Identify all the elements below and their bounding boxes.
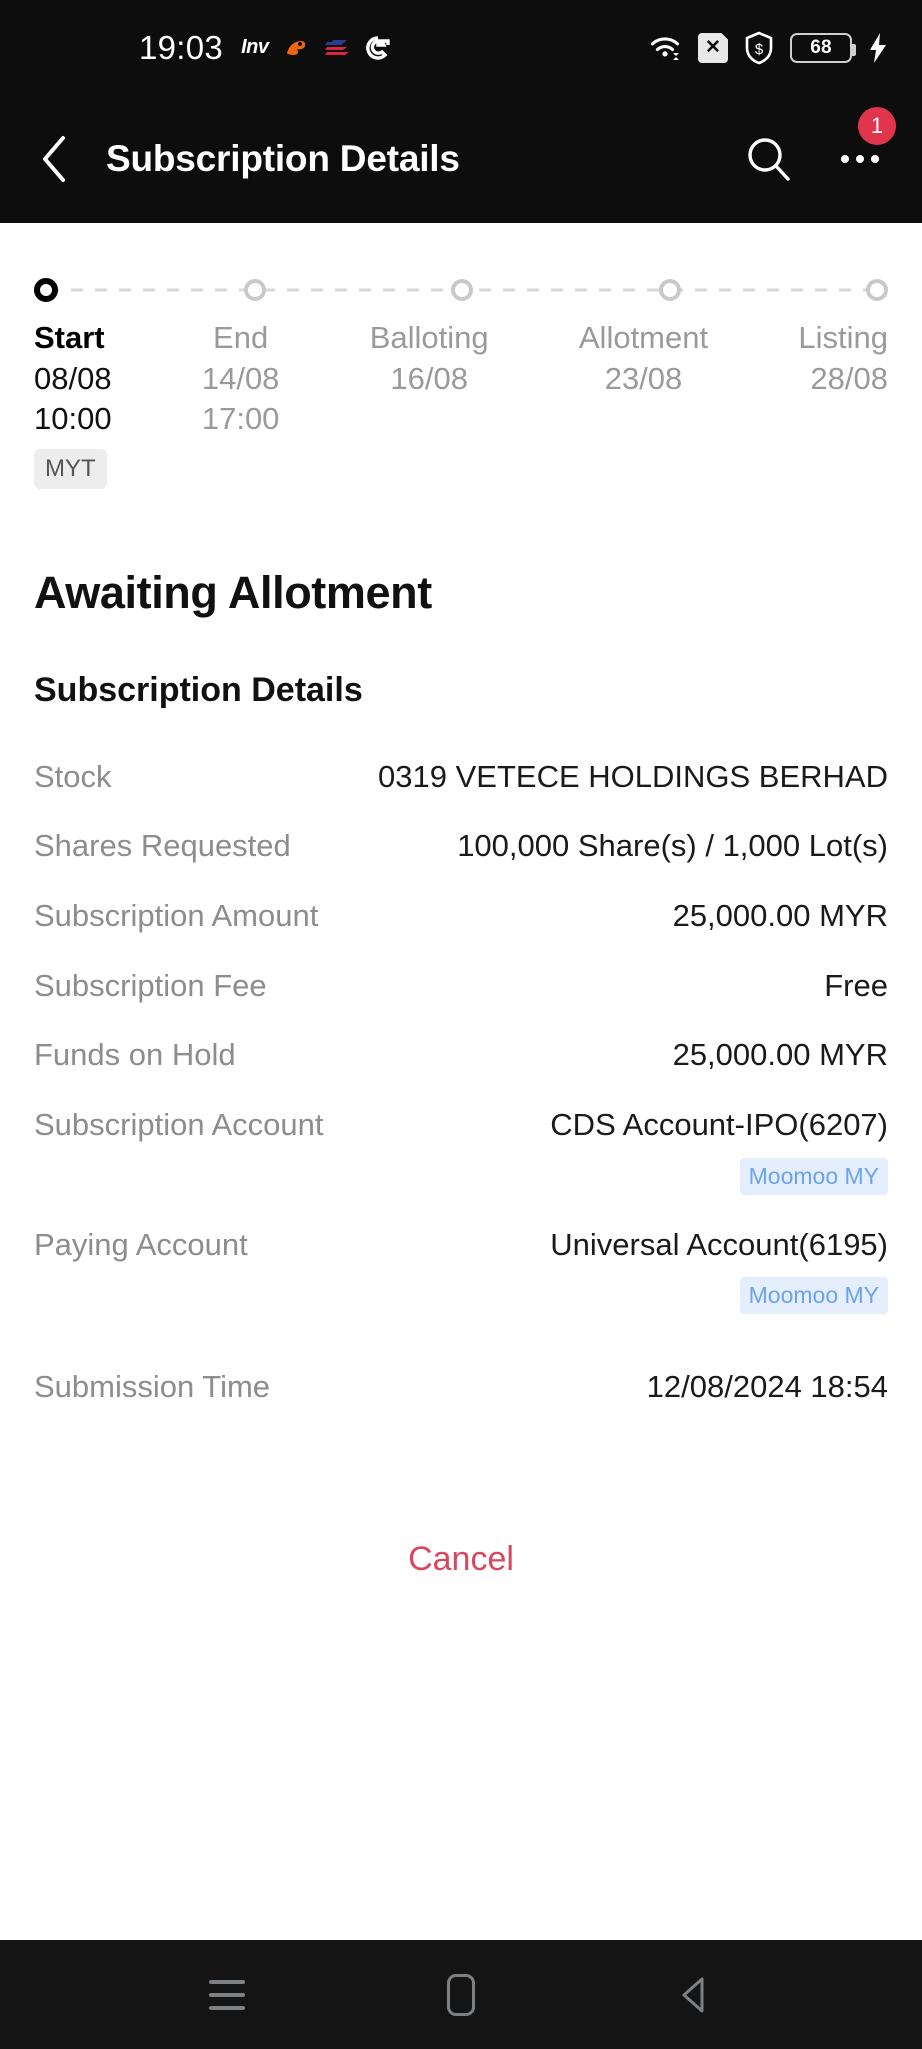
account-broker-badge-wrap: Moomoo MY bbox=[268, 1273, 888, 1315]
detail-value-wrapper: CDS Account-IPO(6207) Moomoo MY bbox=[344, 1105, 888, 1195]
detail-label: Subscription Fee bbox=[34, 967, 267, 1003]
timeline-step-start: Start 08/08 10:00 MYT bbox=[34, 317, 112, 489]
timeline-track bbox=[34, 275, 888, 305]
detail-value: 25,000.00 MYR bbox=[672, 897, 888, 933]
detail-value: 12/08/2024 18:54 bbox=[646, 1369, 888, 1405]
detail-label: Subscription Amount bbox=[34, 897, 319, 933]
timeline-step-time: 17:00 bbox=[201, 401, 280, 437]
recents-line bbox=[209, 2005, 245, 2010]
chevron-left-icon[interactable] bbox=[26, 131, 82, 187]
cancel-button[interactable]: Cancel bbox=[382, 1530, 540, 1589]
timeline-step-name: Allotment bbox=[578, 320, 709, 355]
detail-row-submission-time: Submission Time 12/08/2024 18:54 bbox=[34, 1329, 888, 1422]
detail-label: Submission Time bbox=[34, 1369, 271, 1405]
google-app-icon bbox=[365, 35, 391, 61]
timeline-dot-end bbox=[243, 279, 266, 301]
detail-row-subscription-amount: Subscription Amount 25,000.00 MYR bbox=[34, 881, 888, 951]
detail-label: Subscription Account bbox=[34, 1106, 324, 1142]
more-dot bbox=[841, 155, 849, 163]
android-navigation-bar bbox=[0, 1940, 922, 2049]
timeline-step-balloting: Balloting 16/08 bbox=[370, 317, 489, 489]
detail-row-stock: Stock 0319 VETECE HOLDINGS BERHAD bbox=[34, 742, 888, 812]
recents-line bbox=[209, 1979, 245, 1984]
detail-label: Shares Requested bbox=[34, 828, 291, 864]
detail-value: Free bbox=[824, 967, 888, 1003]
bolt-icon bbox=[868, 32, 888, 64]
inv-app-icon: Inv bbox=[241, 36, 269, 58]
detail-value: 25,000.00 MYR bbox=[672, 1037, 888, 1073]
more-dot bbox=[856, 155, 864, 163]
more-dot bbox=[871, 155, 879, 163]
subscription-status-heading: Awaiting Allotment bbox=[34, 566, 432, 618]
cancel-button-container: Cancel bbox=[34, 1530, 888, 1589]
ipo-timeline: Start 08/08 10:00 MYT End 14/08 17:00 Ba… bbox=[0, 223, 922, 489]
timeline-dot-start bbox=[34, 278, 58, 302]
svg-text:$: $ bbox=[755, 41, 764, 58]
more-options-icon[interactable]: 1 bbox=[832, 107, 896, 187]
details-list: Stock 0319 VETECE HOLDINGS BERHAD Shares… bbox=[34, 742, 888, 1422]
timeline-step-name: End bbox=[213, 320, 269, 355]
back-triangle-icon[interactable] bbox=[655, 1960, 735, 2030]
timeline-dots bbox=[34, 278, 888, 302]
shield-dollar-icon: $ bbox=[744, 31, 774, 65]
detail-row-shares-requested: Shares Requested 100,000 Share(s) / 1,00… bbox=[34, 811, 888, 881]
app-header: Subscription Details 1 bbox=[0, 95, 922, 223]
timeline-dot-listing bbox=[866, 279, 888, 301]
timeline-step-date: 14/08 bbox=[201, 360, 280, 396]
app-header-actions: 1 bbox=[740, 107, 896, 187]
detail-label: Stock bbox=[34, 758, 112, 794]
timezone-badge: MYT bbox=[34, 449, 107, 489]
timeline-step-date: 08/08 bbox=[34, 360, 112, 396]
detail-row-paying-account: Paying Account Universal Account(6195) M… bbox=[34, 1210, 888, 1330]
detail-value-wrapper: Universal Account(6195) Moomoo MY bbox=[268, 1225, 888, 1315]
timeline-step-name: Balloting bbox=[369, 320, 489, 355]
status-bar-app-icons: Inv bbox=[241, 33, 390, 63]
home-glyph bbox=[447, 1973, 475, 2016]
section-heading: Subscription Details bbox=[34, 670, 363, 709]
account-broker-badge-wrap: Moomoo MY bbox=[344, 1154, 888, 1195]
main-content: Awaiting Allotment Subscription Details … bbox=[0, 567, 922, 1589]
recents-glyph bbox=[209, 1979, 245, 2010]
recents-line bbox=[209, 1992, 245, 1997]
timeline-labels: Start 08/08 10:00 MYT End 14/08 17:00 Ba… bbox=[34, 317, 888, 489]
timeline-dot-balloting bbox=[451, 279, 473, 301]
timeline-step-date: 23/08 bbox=[604, 360, 683, 396]
detail-row-funds-on-hold: Funds on Hold 25,000.00 MYR bbox=[34, 1020, 888, 1090]
timeline-step-name: Start bbox=[34, 320, 105, 355]
detail-label: Funds on Hold bbox=[34, 1037, 236, 1073]
timeline-step-date: 28/08 bbox=[810, 360, 888, 396]
timeline-step-end: End 14/08 17:00 bbox=[202, 317, 280, 489]
timeline-step-date: 16/08 bbox=[390, 360, 468, 396]
sim-card-x-icon: ✕ bbox=[698, 32, 728, 63]
battery-indicator: 68 bbox=[790, 32, 856, 63]
status-bar-right: ✕ $ 68 bbox=[648, 31, 888, 65]
shopee-app-icon bbox=[281, 33, 311, 63]
home-icon[interactable] bbox=[421, 1960, 501, 2030]
phone-screen: 19:03 Inv ✕ $ 68 Subscription Details 1 … bbox=[0, 0, 922, 2049]
detail-value: 0319 VETECE HOLDINGS BERHAD bbox=[378, 758, 888, 794]
bank-app-icon bbox=[323, 33, 353, 63]
timeline-step-allotment: Allotment 23/08 bbox=[579, 317, 708, 489]
timeline-dot-allotment bbox=[658, 279, 681, 301]
detail-value: Universal Account(6195) bbox=[550, 1226, 888, 1262]
status-bar-left: 19:03 Inv bbox=[139, 29, 391, 67]
notification-badge: 1 bbox=[858, 107, 896, 145]
recents-icon[interactable] bbox=[187, 1960, 267, 2030]
account-broker-badge: Moomoo MY bbox=[739, 1157, 888, 1195]
search-icon[interactable] bbox=[740, 131, 796, 187]
timeline-step-listing: Listing 28/08 bbox=[798, 317, 888, 489]
detail-row-subscription-fee: Subscription Fee Free bbox=[34, 951, 888, 1021]
detail-row-subscription-account: Subscription Account CDS Account-IPO(620… bbox=[34, 1090, 888, 1210]
page-title: Subscription Details bbox=[106, 138, 460, 179]
timeline-step-name: Listing bbox=[798, 320, 888, 355]
account-broker-badge: Moomoo MY bbox=[739, 1277, 888, 1315]
status-bar: 19:03 Inv ✕ $ 68 bbox=[0, 0, 922, 95]
battery-percent: 68 bbox=[810, 36, 832, 58]
detail-value: CDS Account-IPO(6207) bbox=[550, 1106, 888, 1142]
detail-value: 100,000 Share(s) / 1,000 Lot(s) bbox=[457, 828, 888, 864]
detail-label: Paying Account bbox=[34, 1226, 248, 1262]
wifi-icon bbox=[648, 34, 682, 62]
timeline-step-time: 10:00 bbox=[34, 401, 112, 437]
status-bar-clock: 19:03 bbox=[139, 28, 224, 66]
